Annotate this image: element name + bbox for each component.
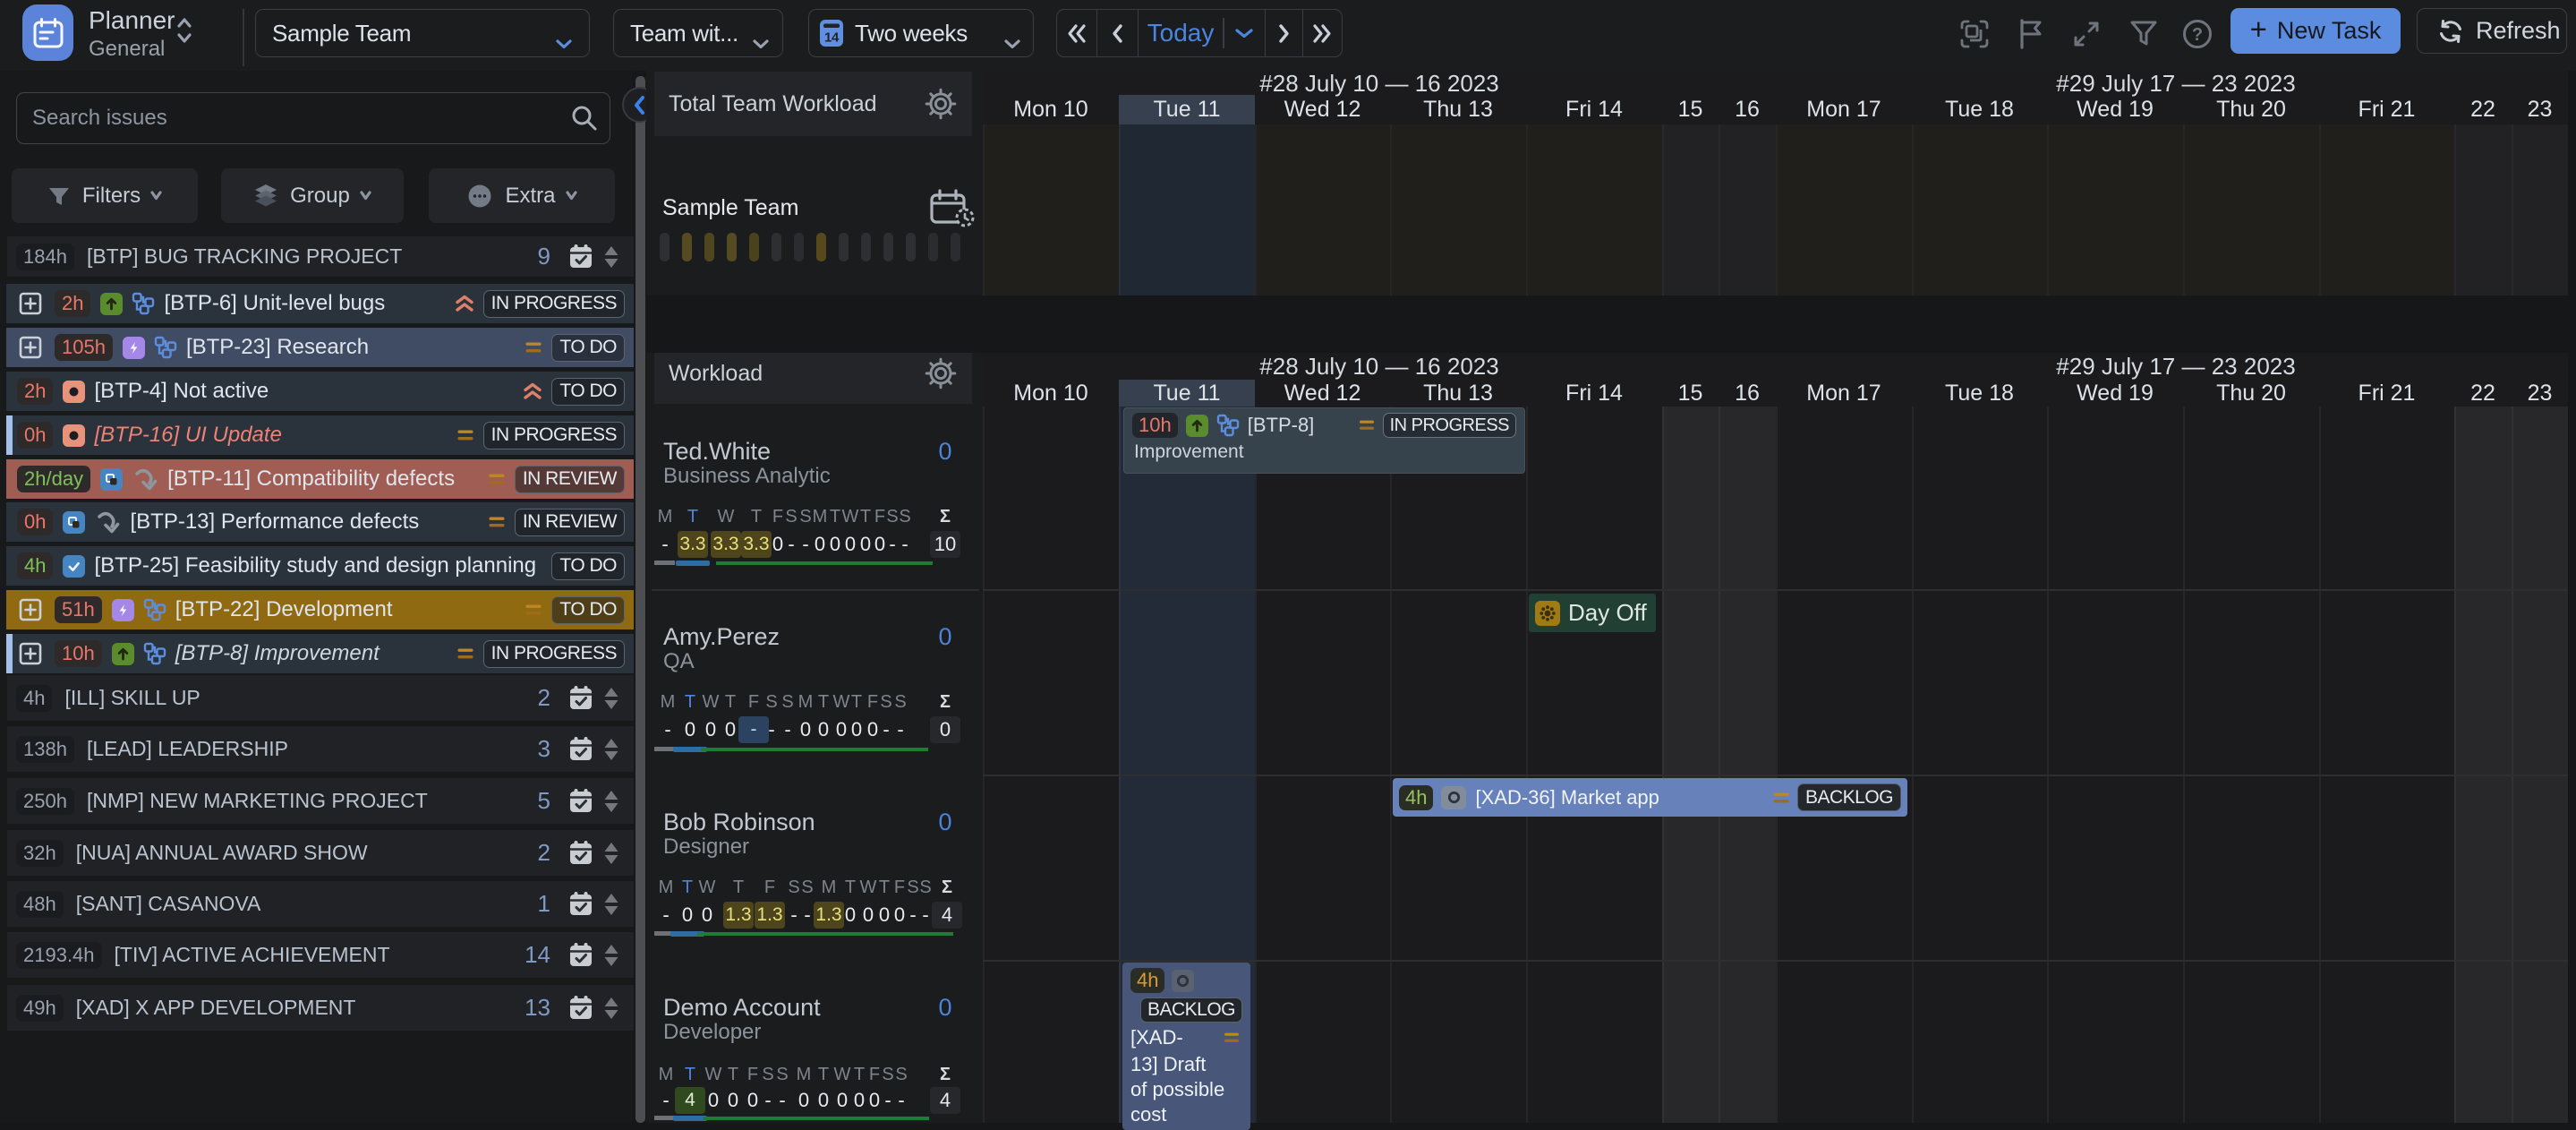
svg-text:14: 14 xyxy=(824,30,840,46)
svg-text:?: ? xyxy=(2192,25,2203,45)
